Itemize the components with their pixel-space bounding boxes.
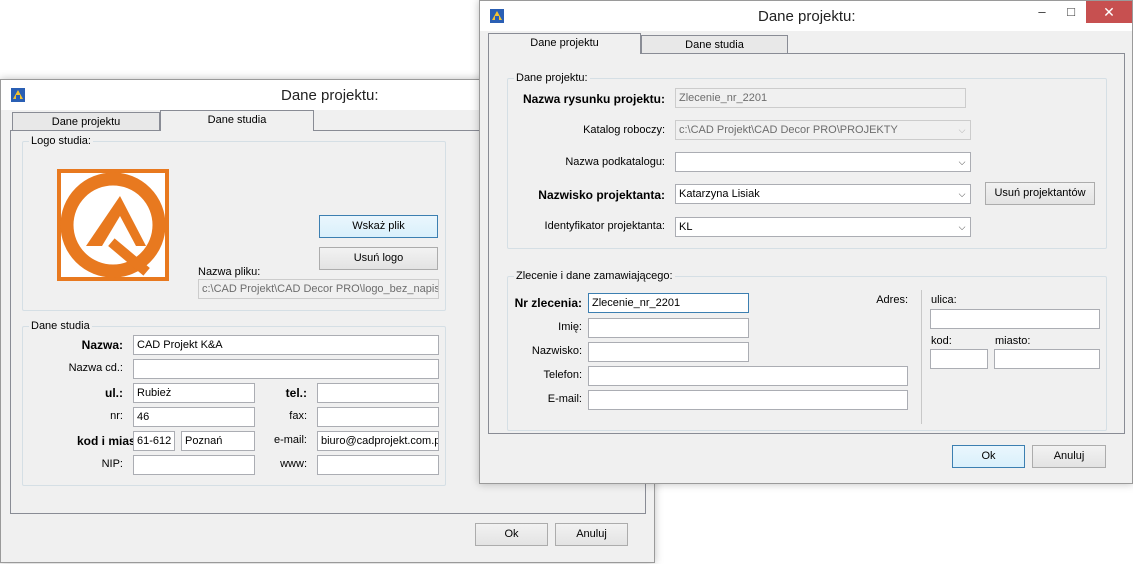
fax-label: fax: [289, 410, 307, 422]
street-label: ulica: [931, 294, 957, 306]
app-icon [490, 9, 504, 23]
postcode-label: kod: [931, 335, 952, 347]
address-label: Adres: [876, 294, 908, 306]
street-field[interactable]: Rubież [133, 383, 255, 403]
first-name-field[interactable] [588, 318, 749, 338]
street-field[interactable] [930, 309, 1100, 329]
designer-id-label: Identyfikator projektanta: [544, 220, 665, 232]
tab-project-data[interactable]: Dane projektu [488, 33, 641, 54]
ok-button[interactable]: Ok [952, 445, 1025, 468]
www-label: www: [280, 458, 307, 470]
subdir-select[interactable]: ⌵ [675, 152, 971, 172]
name-field[interactable]: CAD Projekt K&A [133, 335, 439, 355]
ok-button[interactable]: Ok [475, 523, 548, 546]
minimize-icon[interactable]: – [1027, 1, 1057, 23]
designer-id-select[interactable]: KL ⌵ [675, 217, 971, 237]
last-name-label: Nazwisko: [531, 345, 582, 357]
last-name-field[interactable] [588, 342, 749, 362]
designer-value: Katarzyna Lisiak [679, 188, 760, 200]
postal-code-field[interactable]: 61-612 [133, 431, 175, 451]
chevron-down-icon: ⌵ [958, 189, 966, 199]
email-field[interactable] [588, 390, 908, 410]
fax-field[interactable] [317, 407, 439, 427]
tel-field[interactable] [317, 383, 439, 403]
tel-label: tel.: [285, 386, 307, 400]
work-dir-value: c:\CAD Projekt\CAD Decor PRO\PROJEKTY [679, 124, 898, 136]
address-divider [921, 290, 922, 424]
chevron-down-icon: ⌵ [958, 222, 966, 232]
chevron-down-icon: ⌵ [958, 125, 966, 135]
maximize-icon[interactable]: □ [1056, 1, 1086, 23]
city-label: miasto: [995, 335, 1031, 347]
chevron-down-icon: ⌵ [958, 157, 966, 167]
remove-designers-button[interactable]: Usuń projektantów [985, 182, 1095, 205]
name-cd-field[interactable] [133, 359, 439, 379]
title-bar[interactable]: Dane projektu: – □ ✕ [480, 1, 1132, 31]
studio-group-label: Dane studia [29, 320, 92, 332]
app-icon [11, 88, 25, 102]
name-cd-label: Nazwa cd.: [68, 362, 123, 374]
email-field[interactable]: biuro@cadprojekt.com.p [317, 431, 439, 451]
dialog-project-data: Dane projektu: – □ ✕ Dane projektu Dane … [479, 0, 1133, 484]
drawing-name-field[interactable]: Zlecenie_nr_2201 [675, 88, 966, 108]
nip-field[interactable] [133, 455, 255, 475]
designer-label: Nazwisko projektanta: [538, 188, 665, 202]
email-label: e-mail: [273, 434, 307, 446]
cancel-button[interactable]: Anuluj [1032, 445, 1106, 468]
order-group-label: Zlecenie i dane zamawiającego: [514, 270, 675, 282]
postcode-field[interactable] [930, 349, 988, 369]
cancel-button[interactable]: Anuluj [555, 523, 628, 546]
first-name-label: Imię: [558, 321, 582, 333]
window-title: Dane projektu: [758, 8, 856, 25]
work-dir-select[interactable]: c:\CAD Projekt\CAD Decor PRO\PROJEKTY ⌵ [675, 120, 971, 140]
browse-file-button[interactable]: Wskaż plik [319, 215, 438, 238]
street-label: ul.: [105, 386, 123, 400]
work-dir-label: Katalog roboczy: [583, 124, 665, 136]
subdir-label: Nazwa podkatalogu: [565, 156, 665, 168]
tab-studio-data[interactable]: Dane studia [160, 110, 314, 131]
studio-logo-image [57, 169, 169, 281]
remove-logo-button[interactable]: Usuń logo [319, 247, 438, 270]
nr-field[interactable]: 46 [133, 407, 255, 427]
city-field[interactable] [994, 349, 1100, 369]
nip-label: NIP: [101, 458, 123, 470]
designer-id-value: KL [679, 221, 693, 233]
tab-studio-data[interactable]: Dane studia [641, 35, 788, 54]
email-label: E-mail: [547, 393, 582, 405]
filename-field[interactable]: c:\CAD Projekt\CAD Decor PRO\logo_bez_na… [198, 279, 439, 299]
phone-field[interactable] [588, 366, 908, 386]
tab-project-data[interactable]: Dane projektu [12, 112, 160, 131]
city-field[interactable]: Poznań [181, 431, 255, 451]
project-group-label: Dane projektu: [514, 72, 590, 84]
order-nr-field[interactable]: Zlecenie_nr_2201 [588, 293, 749, 313]
drawing-name-label: Nazwa rysunku projektu: [522, 92, 665, 106]
logo-group-label: Logo studia: [29, 135, 93, 147]
window-title: Dane projektu: [281, 87, 379, 104]
close-icon[interactable]: ✕ [1086, 1, 1132, 23]
designer-select[interactable]: Katarzyna Lisiak ⌵ [675, 184, 971, 204]
name-label: Nazwa: [81, 338, 123, 352]
order-nr-label: Nr zlecenia: [514, 296, 582, 310]
filename-label: Nazwa pliku: [198, 266, 261, 278]
phone-label: Telefon: [543, 369, 582, 381]
www-field[interactable] [317, 455, 439, 475]
nr-label: nr: [110, 410, 123, 422]
